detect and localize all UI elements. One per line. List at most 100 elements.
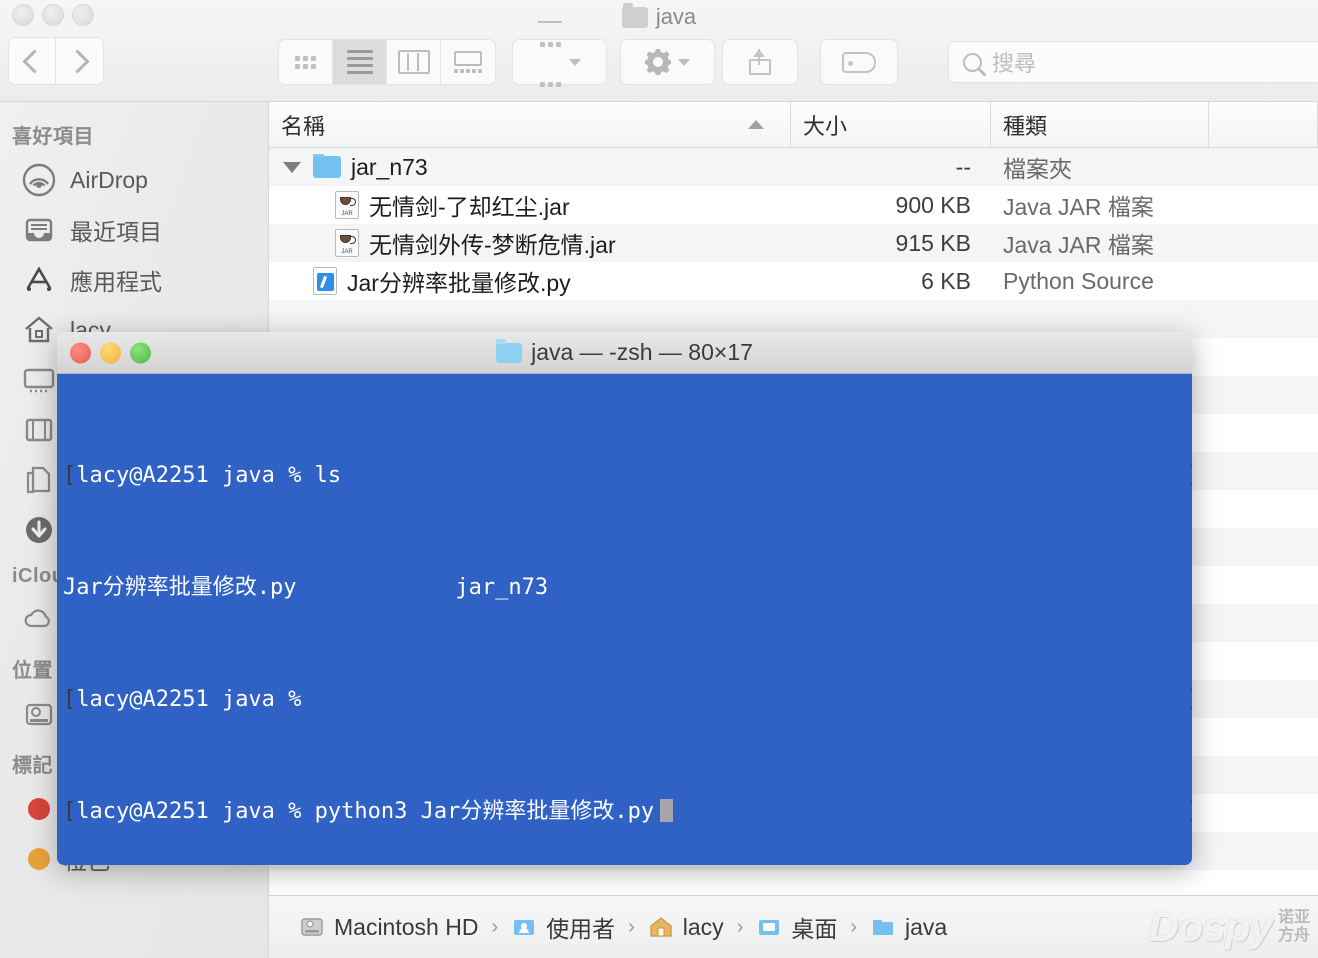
- file-kind: 檔案夾: [1003, 156, 1072, 182]
- share-button[interactable]: [722, 39, 798, 85]
- view-gallery-button[interactable]: [441, 40, 495, 84]
- search-input[interactable]: 搜尋: [992, 46, 1036, 78]
- table-row[interactable]: JAR 无情剑-了却红尘.jar 900 KB Java JAR 檔案: [269, 186, 1318, 224]
- minimize-button[interactable]: [42, 4, 64, 26]
- minimize-button[interactable]: [100, 342, 121, 363]
- terminal-line: Jar分辨率批量修改.py jar_n73: [63, 574, 1192, 602]
- terminal-line-text: Jar分辨率批量修改.py jar_n73: [63, 575, 549, 600]
- maximize-button[interactable]: [130, 342, 151, 363]
- maximize-button[interactable]: [72, 4, 94, 26]
- path-bar: Macintosh HD › 使用者 › lacy › 桌面 › java Do…: [269, 895, 1318, 958]
- terminal-line-text: lacy@A2251 java % ls: [76, 463, 342, 488]
- terminal-window[interactable]: java — -zsh — 80×17 [lacy@A2251 java % l…: [57, 332, 1192, 865]
- file-size: 900 KB: [895, 191, 971, 218]
- column-header-extra[interactable]: [1209, 102, 1318, 147]
- row-name-cell: JAR 无情剑外传-梦断危情.jar: [269, 226, 791, 260]
- search-field[interactable]: 搜尋: [948, 41, 1318, 83]
- sidebar-item-airdrop[interactable]: AirDrop: [0, 155, 268, 205]
- path-separator: ›: [736, 915, 744, 938]
- path-item-desktop[interactable]: 桌面: [756, 910, 837, 944]
- gear-icon: [645, 49, 671, 75]
- bracket-right: ]: [1187, 798, 1192, 826]
- sidebar-item-applications[interactable]: 應用程式: [0, 255, 268, 305]
- columns-icon: [397, 50, 430, 74]
- action-menu-button[interactable]: [620, 39, 715, 85]
- file-name: 无情剑-了却红尘.jar: [369, 194, 570, 220]
- forward-button[interactable]: [56, 37, 104, 85]
- terminal-traffic-lights[interactable]: [70, 342, 151, 363]
- terminal-line: [lacy@A2251 java % ls]: [63, 462, 1192, 490]
- terminal-body[interactable]: [lacy@A2251 java % ls] Jar分辨率批量修改.py jar…: [57, 374, 1192, 865]
- tag-button[interactable]: [820, 39, 898, 85]
- nav-buttons[interactable]: [8, 37, 104, 85]
- recents-icon: [22, 213, 56, 247]
- view-column-button[interactable]: [387, 40, 441, 84]
- list-icon: [346, 50, 373, 74]
- tag-dot-icon: [28, 848, 50, 870]
- path-item-lacy[interactable]: lacy: [648, 914, 724, 941]
- terminal-title-bar[interactable]: java — -zsh — 80×17: [57, 332, 1192, 374]
- folder-icon: [621, 2, 648, 28]
- path-separator: ›: [850, 915, 858, 938]
- sidebar-item-recents[interactable]: 最近項目: [0, 205, 268, 255]
- path-item-java[interactable]: java: [870, 914, 947, 941]
- chevron-left-icon: [21, 48, 47, 74]
- view-mode-segmented-control[interactable]: [278, 39, 496, 85]
- column-header-label: 名稱: [281, 113, 326, 139]
- terminal-cursor: [660, 799, 674, 822]
- row-name-cell: jar_n73: [269, 153, 791, 181]
- file-kind: Python Source: [1003, 267, 1154, 294]
- column-header-label: 大小: [803, 113, 848, 139]
- watermark-cn-line1: 诺亚: [1277, 909, 1310, 927]
- table-row[interactable]: Jar分辨率批量修改.py 6 KB Python Source: [269, 262, 1318, 300]
- watermark-cn-line2: 方舟: [1277, 927, 1310, 944]
- bracket-left: [: [63, 687, 77, 712]
- empty-row: [269, 870, 1318, 895]
- disk-icon: [22, 697, 56, 731]
- path-item-users[interactable]: 使用者: [511, 910, 615, 944]
- close-button[interactable]: [12, 4, 34, 26]
- desktop-folder-icon: [756, 914, 782, 940]
- gallery-icon: [454, 51, 482, 73]
- users-folder-icon: [511, 914, 537, 940]
- column-header-label: 種類: [1003, 113, 1048, 139]
- folder-icon: [313, 153, 341, 178]
- terminal-line-text: lacy@A2251 java %: [76, 687, 315, 712]
- finder-window-title: java: [0, 0, 1318, 34]
- desktop-icon: [22, 363, 56, 397]
- jar-file-icon: JAR: [335, 191, 359, 219]
- close-button[interactable]: [70, 342, 91, 363]
- back-button[interactable]: [8, 37, 56, 85]
- column-header-size[interactable]: 大小: [791, 102, 991, 147]
- view-list-button[interactable]: [333, 40, 387, 84]
- bracket-left: [: [63, 799, 77, 824]
- watermark-cn: 诺亚 方舟: [1278, 909, 1310, 944]
- downloads-icon: [22, 513, 56, 547]
- path-item-macintosh-hd[interactable]: Macintosh HD: [299, 914, 478, 941]
- finder-traffic-lights[interactable]: [12, 4, 94, 26]
- file-name: jar_n73: [351, 153, 428, 180]
- row-name-cell: JAR 无情剑-了却红尘.jar: [269, 188, 791, 222]
- documents-icon: [22, 463, 56, 497]
- file-size: --: [955, 153, 971, 180]
- column-header-name[interactable]: 名稱: [269, 102, 791, 147]
- path-item-label: java: [905, 913, 948, 940]
- path-separator: ›: [491, 915, 499, 938]
- column-headers: 名稱 大小 種類: [269, 102, 1318, 148]
- disclosure-triangle-icon[interactable]: [283, 161, 301, 173]
- watermark: Dospy 诺亚 方舟: [1149, 903, 1310, 951]
- terminal-line: [lacy@A2251 java % python3 Jar分辨率批量修改.py…: [63, 798, 1192, 826]
- chevron-down-icon: [678, 58, 690, 66]
- arrange-icon: [538, 21, 562, 103]
- sort-ascending-icon: [748, 120, 764, 129]
- table-row[interactable]: jar_n73 -- 檔案夾: [269, 148, 1318, 186]
- tag-icon: [842, 51, 876, 73]
- sidebar-item-label: AirDrop: [70, 166, 148, 193]
- file-name: Jar分辨率批量修改.py: [347, 270, 571, 296]
- python-file-icon: [313, 267, 337, 295]
- table-row[interactable]: JAR 无情剑外传-梦断危情.jar 915 KB Java JAR 檔案: [269, 224, 1318, 262]
- arrange-button[interactable]: [512, 21, 607, 87]
- view-icon-button[interactable]: [279, 40, 333, 84]
- column-header-kind[interactable]: 種類: [991, 102, 1209, 147]
- grid-icon: [295, 55, 316, 69]
